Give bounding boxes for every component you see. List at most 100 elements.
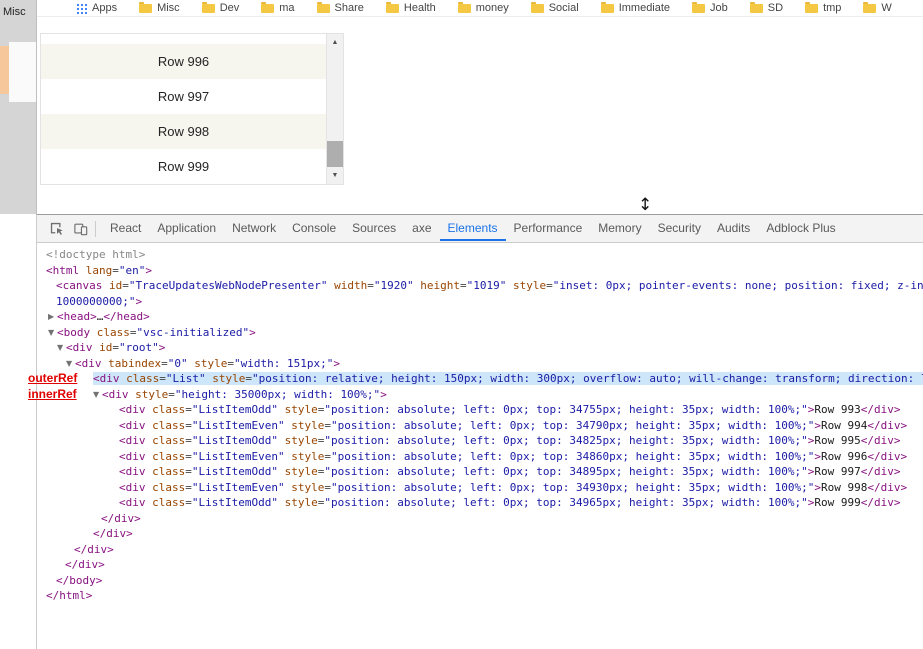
tab-react[interactable]: React <box>102 215 149 241</box>
device-toolbar-icon[interactable] <box>69 216 93 242</box>
elements-node[interactable]: innerRef▼<div style="height: 35000px; wi… <box>37 387 923 403</box>
list-item: Row 998 <box>41 114 326 149</box>
bookmark-immediate[interactable]: Immediate <box>590 2 681 14</box>
tab-audits[interactable]: Audits <box>709 215 758 241</box>
bookmark-tmp[interactable]: tmp <box>794 2 852 14</box>
tab-security[interactable]: Security <box>650 215 709 241</box>
bookmark-money[interactable]: money <box>447 2 520 14</box>
bookmark-label: Health <box>404 2 436 14</box>
bookmark-sd[interactable]: SD <box>739 2 794 14</box>
list-item: Row 999 <box>41 149 326 184</box>
elements-node[interactable]: <div class="ListItemEven" style="positio… <box>37 449 923 465</box>
elements-node[interactable]: <div class="ListItemEven" style="positio… <box>37 418 923 434</box>
annotation-innerRef: innerRef <box>28 387 77 403</box>
left-strip-label: Misc <box>0 0 36 18</box>
list-item: Row 996 <box>41 44 326 79</box>
expand-toggle-icon[interactable]: ▼ <box>93 387 102 403</box>
elements-node[interactable]: <div class="ListItemOdd" style="position… <box>37 402 923 418</box>
folder-icon <box>386 4 399 13</box>
elements-node[interactable]: </div> <box>37 526 923 542</box>
elements-node[interactable]: </div> <box>37 557 923 573</box>
bookmark-label: Misc <box>157 2 180 14</box>
devtools-tabs: ReactApplicationNetworkConsoleSourcesaxe… <box>102 215 844 242</box>
inspect-icon[interactable] <box>45 216 69 242</box>
bookmark-health[interactable]: Health <box>375 2 447 14</box>
elements-node[interactable]: <div class="ListItemOdd" style="position… <box>37 464 923 480</box>
elements-node[interactable]: <html lang="en"> <box>37 263 923 279</box>
bookmark-label: ma <box>279 2 294 14</box>
bookmark-job[interactable]: Job <box>681 2 739 14</box>
elements-node[interactable]: ▼<div tabindex="0" style="width: 151px;"… <box>37 356 923 372</box>
tab-network[interactable]: Network <box>224 215 284 241</box>
apps-grid-icon <box>76 3 87 14</box>
bookmark-dev[interactable]: Dev <box>191 2 251 14</box>
bookmark-label: Job <box>710 2 728 14</box>
list-scrollbar[interactable]: ▲ ▼ <box>326 34 343 184</box>
devtools-panel: ReactApplicationNetworkConsoleSourcesaxe… <box>36 214 923 649</box>
bookmark-label: Apps <box>92 2 117 14</box>
left-strip: Misc <box>0 0 37 214</box>
tab-axe[interactable]: axe <box>404 215 439 241</box>
expand-toggle-icon[interactable]: ▶ <box>48 309 57 325</box>
tab-adblock-plus[interactable]: Adblock Plus <box>758 215 843 241</box>
list-rows: Row 996Row 997Row 998Row 999 <box>41 34 326 184</box>
folder-icon <box>458 4 471 13</box>
annotation-outerRef: outerRef <box>28 371 77 387</box>
list-item: Row 997 <box>41 79 326 114</box>
bookmark-apps[interactable]: Apps <box>65 2 128 14</box>
folder-icon <box>202 4 215 13</box>
bookmarks-bar: Apps Misc Dev ma Share Health money Social Immed… <box>37 0 923 17</box>
elements-node[interactable]: <div class="ListItemEven" style="positio… <box>37 480 923 496</box>
folder-icon <box>139 4 152 13</box>
bookmark-ma[interactable]: ma <box>250 2 305 14</box>
elements-selected-node[interactable]: outerRef<div class="List" style="positio… <box>37 371 923 387</box>
elements-node[interactable]: 1000000000;"> <box>37 294 923 310</box>
bookmark-label: W <box>881 2 891 14</box>
devtools-toolbar: ReactApplicationNetworkConsoleSourcesaxe… <box>37 215 923 243</box>
expand-toggle-icon[interactable]: ▼ <box>57 340 66 356</box>
elements-node[interactable]: ▼<body class="vsc-initialized"> <box>37 325 923 341</box>
elements-node[interactable]: <!doctype html> <box>37 247 923 263</box>
left-strip-accent <box>0 46 9 94</box>
toolbar-separator <box>95 221 96 237</box>
tab-elements[interactable]: Elements <box>440 215 506 241</box>
folder-icon <box>805 4 818 13</box>
tab-sources[interactable]: Sources <box>344 215 404 241</box>
elements-node[interactable]: </body> <box>37 573 923 589</box>
elements-node[interactable]: </div> <box>37 542 923 558</box>
folder-icon <box>863 4 876 13</box>
bookmark-label: Dev <box>220 2 240 14</box>
bookmark-share[interactable]: Share <box>306 2 375 14</box>
scrollbar-down-icon[interactable]: ▼ <box>327 167 343 184</box>
scrollbar-thumb[interactable] <box>327 141 343 167</box>
bookmark-misc[interactable]: Misc <box>128 2 191 14</box>
tab-memory[interactable]: Memory <box>590 215 649 241</box>
bookmark-label: tmp <box>823 2 841 14</box>
tab-performance[interactable]: Performance <box>506 215 591 241</box>
virtual-list[interactable]: Row 996Row 997Row 998Row 999 ▲ ▼ <box>40 33 344 185</box>
bookmark-label: money <box>476 2 509 14</box>
folder-icon <box>317 4 330 13</box>
scrollbar-up-icon[interactable]: ▲ <box>327 34 343 51</box>
tab-console[interactable]: Console <box>284 215 344 241</box>
elements-node[interactable]: ▶<head>…</head> <box>37 309 923 325</box>
bookmark-social[interactable]: Social <box>520 2 590 14</box>
bookmark-w[interactable]: W <box>852 2 902 14</box>
bookmark-label: Share <box>335 2 364 14</box>
folder-icon <box>601 4 614 13</box>
elements-node[interactable]: <div class="ListItemOdd" style="position… <box>37 433 923 449</box>
bookmark-label: Immediate <box>619 2 670 14</box>
bookmark-label: SD <box>768 2 783 14</box>
mouse-cursor: ↕ <box>638 195 652 215</box>
folder-icon <box>692 4 705 13</box>
tab-application[interactable]: Application <box>149 215 224 241</box>
bookmark-label: Social <box>549 2 579 14</box>
elements-node[interactable]: <canvas id="TraceUpdatesWebNodePresenter… <box>37 278 923 294</box>
elements-node[interactable]: <div class="ListItemOdd" style="position… <box>37 495 923 511</box>
elements-node[interactable]: ▼<div id="root"> <box>37 340 923 356</box>
elements-node[interactable]: </html> <box>37 588 923 604</box>
folder-icon <box>261 4 274 13</box>
elements-node[interactable]: </div> <box>37 511 923 527</box>
expand-toggle-icon[interactable]: ▼ <box>66 356 75 372</box>
expand-toggle-icon[interactable]: ▼ <box>48 325 57 341</box>
